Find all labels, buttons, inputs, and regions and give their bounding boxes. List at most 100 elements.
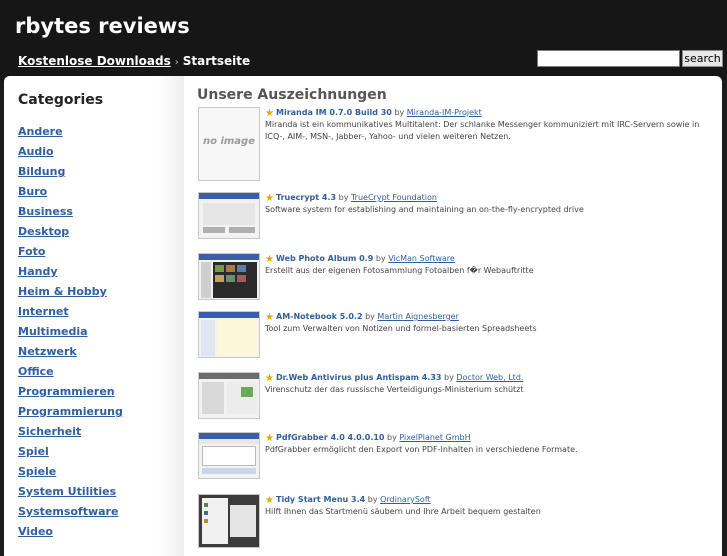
entry-description: Miranda ist ein kommunikatives Multitale… [265,120,700,141]
categories-title: Categories [18,92,104,108]
category-item: Handy [18,262,123,282]
category-item: System Utilities [18,482,123,502]
by-label: by [394,108,405,117]
category-item: Business [18,202,123,222]
award-entry: ★ Tidy Start Menu 3.4 by OrdinarySoft Hil… [197,494,717,554]
by-label: by [444,373,454,382]
screenshot-thumbnail[interactable] [198,311,260,358]
entry-author-link[interactable]: Miranda-IM-Projekt [407,108,482,117]
category-link-office[interactable]: Office [18,365,54,378]
entry-author-link[interactable]: PixelPlanet GmbH [399,433,470,442]
award-star-icon: ★ [265,433,274,444]
award-star-icon: ★ [265,193,274,204]
content-panel: Categories Andere Audio Bildung Buro Bus… [4,76,722,556]
award-star-icon: ★ [265,373,274,384]
entry-author-link[interactable]: Martin Aignesberger [377,312,458,321]
entry-title-link[interactable]: PdfGrabber 4.0 4.0.0.10 [276,433,385,442]
category-link-system-utilities[interactable]: System Utilities [18,485,116,498]
entry-title-link[interactable]: AM-Notebook 5.0.2 [276,312,363,321]
entry-title-link[interactable]: Web Photo Album 0.9 [276,254,373,263]
category-link-heim-hobby[interactable]: Heim & Hobby [18,285,107,298]
screenshot-thumbnail[interactable] [198,494,260,548]
award-entry: ★ Dr.Web Antivirus plus Antispam 4.33 by … [197,372,717,432]
category-link-programmieren[interactable]: Programmieren [18,385,115,398]
category-item: Video [18,522,123,542]
award-entry: ★ PdfGrabber 4.0 4.0.0.10 by PixelPlanet … [197,432,717,492]
entry-info: ★ Web Photo Album 0.9 by VicMan Software … [265,253,715,277]
by-label: by [367,495,378,504]
category-item: Andere [18,122,123,142]
entry-author-link[interactable]: TrueCrypt Foundation [351,193,437,202]
award-entry: no image ★ Miranda IM 0.7.0 Build 30 by M… [197,107,717,181]
category-item: Office [18,362,123,382]
no-image-text: no image [202,136,255,147]
award-star-icon: ★ [265,312,274,323]
category-link-systemsoftware[interactable]: Systemsoftware [18,505,118,518]
category-item: Audio [18,142,123,162]
screenshot-thumbnail[interactable] [198,372,260,419]
category-item: Internet [18,302,123,322]
category-link-netzwerk[interactable]: Netzwerk [18,345,77,358]
entry-title-link[interactable]: Tidy Start Menu 3.4 [276,495,365,504]
category-item: Foto [18,242,123,262]
entry-author-link[interactable]: OrdinarySoft [380,495,431,504]
entry-info: ★ Dr.Web Antivirus plus Antispam 4.33 by … [265,372,715,396]
category-link-buro[interactable]: Buro [18,185,47,198]
entry-author-link[interactable]: Doctor Web, Ltd. [456,373,523,382]
category-link-sicherheit[interactable]: Sicherheit [18,425,81,438]
category-link-audio[interactable]: Audio [18,145,54,158]
category-list: Andere Audio Bildung Buro Business Deskt… [18,122,123,542]
entry-description: PdfGrabber ermöglicht den Export von PDF… [265,445,578,454]
category-link-spiele[interactable]: Spiele [18,465,56,478]
entry-info: ★ Truecrypt 4.3 by TrueCrypt Foundation S… [265,192,715,216]
award-star-icon: ★ [265,108,274,119]
entry-title-link[interactable]: Dr.Web Antivirus plus Antispam 4.33 [276,373,441,382]
category-item: Spiel [18,442,123,462]
category-item: Sicherheit [18,422,123,442]
page-title: Unsere Auszeichnungen [197,87,387,103]
entry-info: ★ PdfGrabber 4.0 4.0.0.10 by PixelPlanet … [265,432,715,456]
entry-description: Hilft Ihnen das Startmenü säubern und Ih… [265,507,541,516]
category-item: Systemsoftware [18,502,123,522]
entry-title-link[interactable]: Miranda IM 0.7.0 Build 30 [276,108,392,117]
category-item: Desktop [18,222,123,242]
award-entry: ★ Truecrypt 4.3 by TrueCrypt Foundation S… [197,192,717,252]
award-star-icon: ★ [265,495,274,506]
breadcrumb-home-link[interactable]: Kostenlose Downloads [18,54,171,68]
breadcrumb-separator: › [174,57,179,68]
category-link-spiel[interactable]: Spiel [18,445,49,458]
sidebar: Categories Andere Audio Bildung Buro Bus… [4,76,184,556]
category-item: Spiele [18,462,123,482]
by-label: by [338,193,349,202]
category-link-programmierung[interactable]: Programmierung [18,405,123,418]
no-image-placeholder[interactable]: no image [198,107,260,181]
search-input[interactable] [537,50,680,67]
category-link-internet[interactable]: Internet [18,305,69,318]
screenshot-thumbnail[interactable] [198,432,260,479]
breadcrumb-current: Startseite [182,54,251,68]
screenshot-thumbnail[interactable] [198,192,260,239]
category-link-foto[interactable]: Foto [18,245,45,258]
entry-info: ★ AM-Notebook 5.0.2 by Martin Aignesberge… [265,311,715,335]
category-link-bildung[interactable]: Bildung [18,165,65,178]
category-item: Multimedia [18,322,123,342]
category-link-multimedia[interactable]: Multimedia [18,325,88,338]
category-item: Heim & Hobby [18,282,123,302]
category-link-andere[interactable]: Andere [18,125,63,138]
category-link-video[interactable]: Video [18,525,53,538]
entry-description: Erstellt aus der eigenen Fotosammlung Fo… [265,266,534,275]
entry-description: Tool zum Verwalten von Notizen und forme… [265,324,537,333]
by-label: by [387,433,397,442]
award-entry: ★ AM-Notebook 5.0.2 by Martin Aignesberge… [197,311,717,371]
category-link-handy[interactable]: Handy [18,265,58,278]
entry-author-link[interactable]: VicMan Software [388,254,455,263]
entry-title-link[interactable]: Truecrypt 4.3 [276,193,336,202]
breadcrumb: Kostenlose Downloads › Startseite [18,54,250,68]
search-button[interactable]: search [682,50,723,67]
screenshot-thumbnail[interactable] [198,253,260,300]
category-item: Buro [18,182,123,202]
category-item: Programmierung [18,402,123,422]
category-link-desktop[interactable]: Desktop [18,225,69,238]
site-title[interactable]: rbytes reviews [15,14,190,38]
category-link-business[interactable]: Business [18,205,73,218]
